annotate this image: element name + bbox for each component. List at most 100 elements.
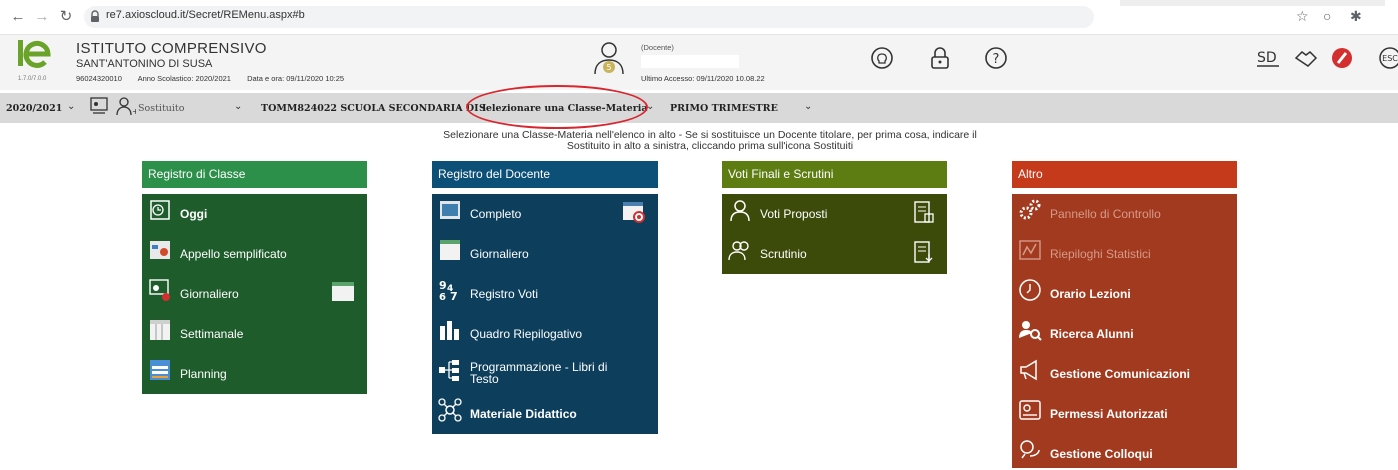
attendance-icon xyxy=(150,241,170,259)
menu-item-label: Permessi Autorizzati xyxy=(1050,407,1168,421)
re-logo-icon[interactable] xyxy=(16,38,60,68)
registro-docente-header: Registro del Docente xyxy=(432,161,658,188)
menu-item-materiale[interactable]: Materiale Didattico xyxy=(432,394,658,430)
teacher-avatar-icon[interactable]: 5 xyxy=(592,40,626,76)
menu-item-scrutinio[interactable]: Scrutinio xyxy=(722,234,947,270)
handshake-icon[interactable] xyxy=(1294,46,1318,70)
menu-item-label: Gestione Colloqui xyxy=(1050,447,1153,461)
chevron-down-icon[interactable]: ⌄ xyxy=(67,101,75,112)
menu-item-completo[interactable]: Completo xyxy=(432,194,658,230)
document-edit-icon[interactable] xyxy=(911,200,935,224)
term-select[interactable]: PRIMO TRIMESTRE xyxy=(670,103,778,114)
user-search-icon xyxy=(1019,321,1042,341)
voti-finali-panel: Voti Proposti Scrutinio xyxy=(722,194,947,274)
chevron-down-icon[interactable]: ⌄ xyxy=(804,101,812,112)
chevron-down-icon[interactable]: ⌄ xyxy=(234,101,242,112)
lock-icon xyxy=(91,10,99,22)
users-group-icon xyxy=(728,241,749,261)
weekly-calendar-icon xyxy=(150,320,170,340)
menu-item-label: Giornaliero xyxy=(470,247,529,261)
svg-text:9: 9 xyxy=(439,279,447,292)
megaphone-icon xyxy=(1020,359,1037,381)
school-select[interactable]: TOMM824022 SCUOLA SECONDARIA DI I xyxy=(261,103,486,114)
menu-item-oggi[interactable]: Oggi xyxy=(142,194,367,230)
class-select-highlight xyxy=(466,85,648,129)
hierarchy-icon xyxy=(439,360,459,381)
menu-item-label: Voti Proposti xyxy=(760,207,828,221)
menu-item-colloqui[interactable]: Gestione Colloqui xyxy=(1012,434,1237,470)
window-icon[interactable] xyxy=(331,280,355,304)
school-town: SANT'ANTONINO DI SUSA xyxy=(76,58,213,70)
svg-text:6: 6 xyxy=(439,292,446,302)
sd-icon[interactable]: SD xyxy=(1256,46,1280,70)
reload-icon[interactable]: ↻ xyxy=(56,7,76,27)
document-download-icon[interactable] xyxy=(911,240,935,264)
menu-item-voti-proposti[interactable]: Voti Proposti xyxy=(722,194,947,230)
instructions: Selezionare una Classe-Materia nell'elen… xyxy=(400,130,1020,152)
address-url[interactable]: re7.axioscloud.it/Secret/REMenu.aspx#b xyxy=(106,9,305,21)
extension-puzzle-icon[interactable]: ✱ xyxy=(1350,8,1362,25)
svg-text:7: 7 xyxy=(450,290,458,302)
substitute-select[interactable]: Sostituito xyxy=(138,103,184,114)
school-meta: 96024320010 Anno Scolastico: 2020/2021 D… xyxy=(76,74,358,83)
help-icon[interactable]: ? xyxy=(984,46,1008,70)
menu-item-label: Settimanale xyxy=(180,327,244,341)
pencil-badge-icon[interactable] xyxy=(1330,46,1354,70)
menu-item-comunicazioni[interactable]: Gestione Comunicazioni xyxy=(1012,354,1237,390)
instructions-line-2: Sostituito in alto a sinistra, cliccando… xyxy=(566,140,854,152)
substitute-user-icon[interactable]: + xyxy=(116,96,136,116)
school-code: 96024320010 xyxy=(76,74,122,83)
network-icon xyxy=(438,398,462,422)
app-version: 1.7.0/7.0.0 xyxy=(18,76,47,82)
voti-finali-header: Voti Finali e Scrutini xyxy=(722,161,947,188)
statistics-chart-icon xyxy=(1019,240,1041,260)
svg-text:+: + xyxy=(132,107,136,116)
esc-icon[interactable]: ESC xyxy=(1378,46,1398,70)
conversation-icon xyxy=(1020,440,1040,459)
menu-item-riepiloghi[interactable]: Riepiloghi Statistici xyxy=(1012,234,1237,270)
menu-item-registro-voti[interactable]: 9 4 6 7 Registro Voti xyxy=(432,274,658,310)
school-name: ISTITUTO COMPRENSIVO xyxy=(76,40,267,57)
menu-item-label: Riepiloghi Statistici xyxy=(1050,247,1151,261)
menu-item-appello[interactable]: Appello semplificato xyxy=(142,234,367,270)
menu-item-settimanale[interactable]: Settimanale xyxy=(142,314,367,350)
bar-chart-icon xyxy=(440,321,459,340)
svg-text:?: ? xyxy=(993,52,1000,67)
permit-badge-icon xyxy=(1019,400,1041,420)
register-grid-icon xyxy=(440,201,460,219)
menu-item-label: Pannello di Controllo xyxy=(1050,207,1161,221)
substitutes-board-icon[interactable] xyxy=(89,96,109,116)
padlock-icon[interactable] xyxy=(928,46,952,70)
menu-item-label: Programmazione - Libri di Testo xyxy=(470,360,608,386)
menu-item-pannello-controllo[interactable]: Pannello di Controllo xyxy=(1012,194,1237,230)
menu-item-label: Orario Lezioni xyxy=(1050,287,1131,301)
extension-circle-icon[interactable]: ○ xyxy=(1323,8,1331,24)
menu-item-programmazione[interactable]: Programmazione - Libri di Testo xyxy=(432,354,658,390)
altro-header: Altro xyxy=(1012,161,1237,188)
forward-icon[interactable]: → xyxy=(32,7,52,27)
menu-item-giornaliero[interactable]: Giornaliero xyxy=(142,274,367,310)
menu-item-planning[interactable]: Planning xyxy=(142,354,367,390)
menu-item-permessi[interactable]: Permessi Autorizzati xyxy=(1012,394,1237,430)
calendar-target-icon[interactable] xyxy=(622,200,646,224)
current-datetime: Data e ora: 09/11/2020 10:25 xyxy=(247,74,345,83)
registro-classe-panel: Oggi Appello semplificato Giornaliero Se… xyxy=(142,194,367,394)
menu-item-label: Oggi xyxy=(180,207,208,221)
back-icon[interactable]: ← xyxy=(8,7,28,27)
calendar-clock-icon xyxy=(150,200,170,220)
menu-item-quadro[interactable]: Quadro Riepilogativo xyxy=(432,314,658,350)
menu-item-ricerca-alunni[interactable]: Ricerca Alunni xyxy=(1012,314,1237,350)
top-strip xyxy=(1120,0,1385,6)
menu-item-label: Giornaliero xyxy=(180,287,239,301)
school-year-select[interactable]: 2020/2021 xyxy=(6,103,62,114)
chevron-down-icon[interactable]: ⌄ xyxy=(455,101,463,112)
menu-item-giornaliero-docente[interactable]: Giornaliero xyxy=(432,234,658,270)
altro-panel: Pannello di Controllo Riepiloghi Statist… xyxy=(1012,194,1237,468)
lightbulb-icon[interactable] xyxy=(870,46,894,70)
star-icon[interactable]: ☆ xyxy=(1296,8,1309,25)
menu-item-label: Appello semplificato xyxy=(180,247,287,261)
menu-item-orario[interactable]: Orario Lezioni xyxy=(1012,274,1237,310)
menu-item-label: Materiale Didattico xyxy=(470,407,577,421)
svg-text:ESC: ESC xyxy=(1382,54,1398,63)
menu-item-label: Gestione Comunicazioni xyxy=(1050,367,1191,381)
